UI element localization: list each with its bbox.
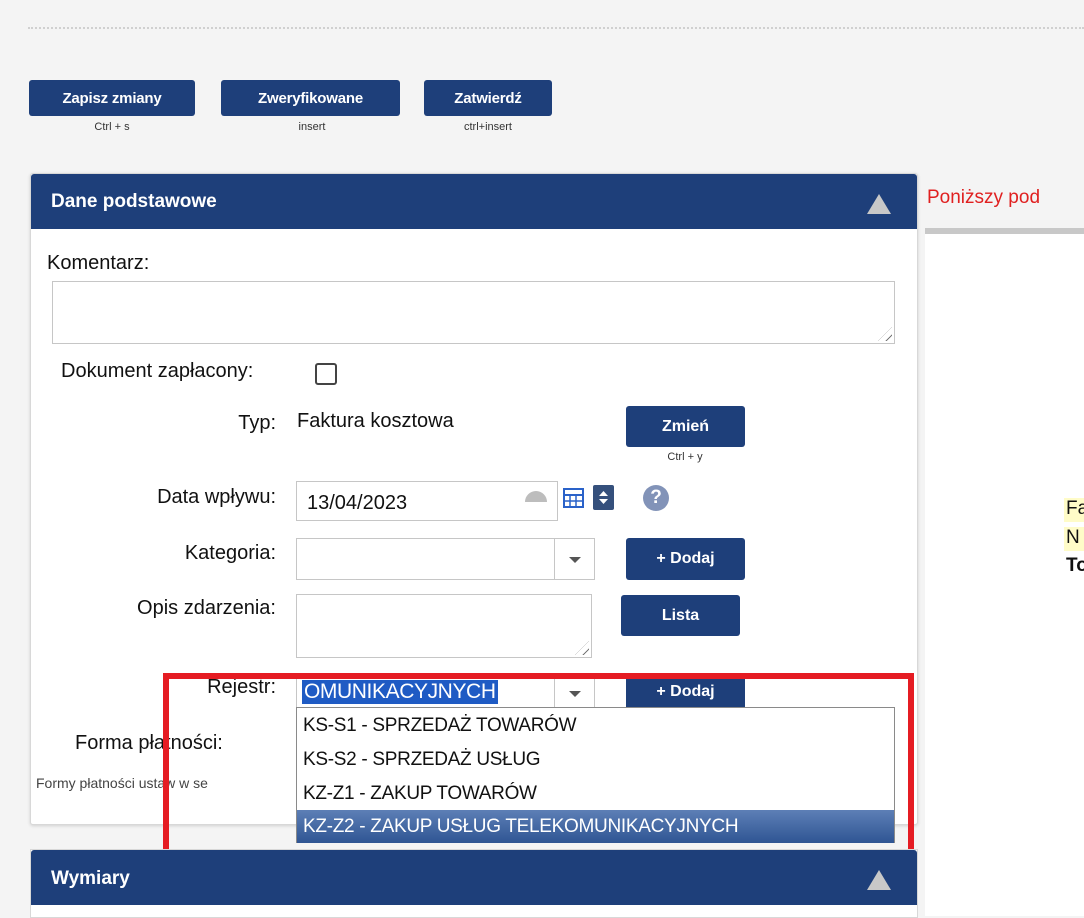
preview-area bbox=[925, 234, 1084, 916]
panel-header[interactable]: Dane podstawowe bbox=[31, 174, 917, 229]
description-textarea[interactable] bbox=[296, 594, 592, 658]
comment-textarea[interactable] bbox=[52, 281, 895, 344]
dimensions-panel: Wymiary bbox=[30, 849, 918, 918]
category-label: Kategoria: bbox=[184, 542, 276, 564]
change-type-button[interactable]: Zmień bbox=[626, 406, 745, 447]
chevron-down-icon[interactable] bbox=[554, 539, 594, 579]
collapse-icon[interactable] bbox=[867, 194, 891, 214]
date-label: Data wpływu: bbox=[157, 486, 276, 508]
panel-title: Dane podstawowe bbox=[51, 191, 217, 212]
approve-button[interactable]: Zatwierdź bbox=[424, 80, 552, 116]
collapse-icon[interactable] bbox=[867, 870, 891, 890]
resize-grip-icon[interactable] bbox=[575, 641, 589, 655]
highlight-frame bbox=[163, 673, 914, 856]
save-button[interactable]: Zapisz zmiany bbox=[29, 80, 195, 116]
description-label: Opis zdarzenia: bbox=[137, 597, 276, 619]
approve-shortcut: ctrl+insert bbox=[464, 121, 512, 133]
paid-checkbox[interactable] bbox=[315, 363, 337, 385]
panel-title: Wymiary bbox=[51, 868, 130, 889]
date-input[interactable]: 13/04/2023 bbox=[296, 481, 558, 521]
preview-line-1: Fa bbox=[1064, 498, 1084, 522]
change-shortcut: Ctrl + y bbox=[667, 451, 703, 463]
paid-label: Dokument zapłacony: bbox=[61, 360, 254, 382]
resize-grip-icon[interactable] bbox=[878, 327, 892, 341]
type-value: Faktura kosztowa bbox=[297, 410, 454, 432]
save-shortcut: Ctrl + s bbox=[94, 121, 130, 133]
preview-line-2: N bbox=[1064, 527, 1084, 551]
type-label: Typ: bbox=[238, 412, 276, 434]
add-category-button[interactable]: + Dodaj bbox=[626, 538, 745, 580]
date-value: 13/04/2023 bbox=[307, 492, 408, 514]
verified-shortcut: insert bbox=[298, 121, 326, 133]
help-icon[interactable]: ? bbox=[643, 485, 669, 511]
verified-button[interactable]: Zweryfikowane bbox=[221, 80, 400, 116]
list-button[interactable]: Lista bbox=[621, 595, 740, 636]
category-select[interactable] bbox=[296, 538, 595, 580]
preview-line-3: To bbox=[1066, 555, 1084, 576]
spinner-icon[interactable] bbox=[593, 485, 614, 510]
top-separator bbox=[28, 27, 1084, 29]
panel-header[interactable]: Wymiary bbox=[31, 850, 917, 905]
comment-label: Komentarz: bbox=[47, 252, 150, 274]
notice-text: Poniższy pod bbox=[927, 187, 1041, 208]
reset-icon[interactable] bbox=[525, 491, 547, 502]
calendar-icon[interactable] bbox=[563, 487, 584, 508]
